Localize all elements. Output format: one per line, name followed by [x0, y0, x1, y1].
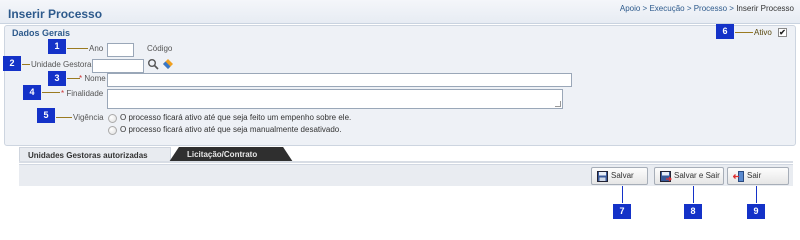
breadcrumb-current: Inserir Processo: [736, 4, 794, 13]
marker-1-leader: [67, 48, 88, 49]
marker-5: 5: [37, 108, 55, 123]
breadcrumb: Apoio > Execução > Processo > Inserir Pr…: [620, 4, 794, 13]
ano-label: Ano: [89, 44, 104, 53]
codigo-label: Código: [147, 44, 173, 53]
finalidade-textarea[interactable]: [107, 89, 563, 109]
save-button-label: Salvar: [611, 171, 634, 180]
ano-input[interactable]: [107, 43, 134, 57]
save-and-exit-button[interactable]: Salvar e Sair: [654, 167, 724, 185]
exit-button-label: Sair: [747, 171, 762, 180]
finalidade-label: Finalidade: [61, 89, 103, 98]
save-and-exit-button-label: Salvar e Sair: [674, 171, 720, 180]
marker-3: 3: [48, 71, 66, 86]
vigencia-radio-manual[interactable]: [108, 126, 117, 135]
marker-2: 2: [3, 56, 21, 71]
breadcrumb-processo[interactable]: Processo: [694, 4, 727, 13]
marker-5-leader: [56, 117, 72, 118]
eraser-icon[interactable]: [162, 58, 174, 72]
nome-input[interactable]: [107, 73, 572, 87]
marker-6: 6: [716, 24, 734, 39]
page-header: Inserir Processo Apoio > Execução > Proc…: [0, 0, 800, 24]
marker-6-leader: [735, 32, 753, 33]
tab-divider: [19, 161, 793, 163]
ativo-checkbox[interactable]: ✔: [778, 28, 787, 37]
marker-8: 8: [684, 204, 702, 219]
marker-9-leader: [756, 186, 757, 203]
exit-door-icon: [732, 171, 745, 188]
nome-label: Nome: [79, 74, 105, 83]
panel-title: Dados Gerais: [12, 28, 71, 38]
ativo-label: Ativo: [754, 28, 772, 37]
exit-button[interactable]: Sair: [727, 167, 789, 185]
marker-7: 7: [613, 204, 631, 219]
vigencia-option-empenho: O processo ficará ativo até que seja fei…: [120, 113, 352, 122]
tab-unidades-gestoras[interactable]: Unidades Gestoras autorizadas: [19, 147, 171, 162]
unidade-gestora-input[interactable]: [92, 59, 144, 73]
marker-2-leader: [22, 64, 30, 65]
marker-9: 9: [747, 204, 765, 219]
breadcrumb-separator: >: [727, 4, 737, 13]
save-button[interactable]: Salvar: [591, 167, 648, 185]
floppy-icon: [597, 171, 608, 188]
marker-4-leader: [42, 92, 60, 93]
vigencia-radio-empenho[interactable]: [108, 114, 117, 123]
unidade-gestora-label: Unidade Gestora: [31, 60, 92, 69]
marker-8-leader: [693, 186, 694, 203]
breadcrumb-apoio[interactable]: Apoio: [620, 4, 640, 13]
breadcrumb-separator: >: [684, 4, 694, 13]
marker-4: 4: [23, 85, 41, 100]
vigencia-label: Vigência: [73, 113, 104, 122]
marker-1: 1: [48, 39, 66, 54]
search-icon[interactable]: [147, 58, 159, 72]
save-exit-icon: [660, 171, 672, 188]
tab-licitacao-contrato[interactable]: Licitação/Contrato: [169, 147, 293, 162]
page-title: Inserir Processo: [8, 7, 103, 21]
vigencia-option-manual: O processo ficará ativo até que seja man…: [120, 125, 342, 134]
breadcrumb-execucao[interactable]: Execução: [649, 4, 684, 13]
marker-7-leader: [622, 186, 623, 203]
